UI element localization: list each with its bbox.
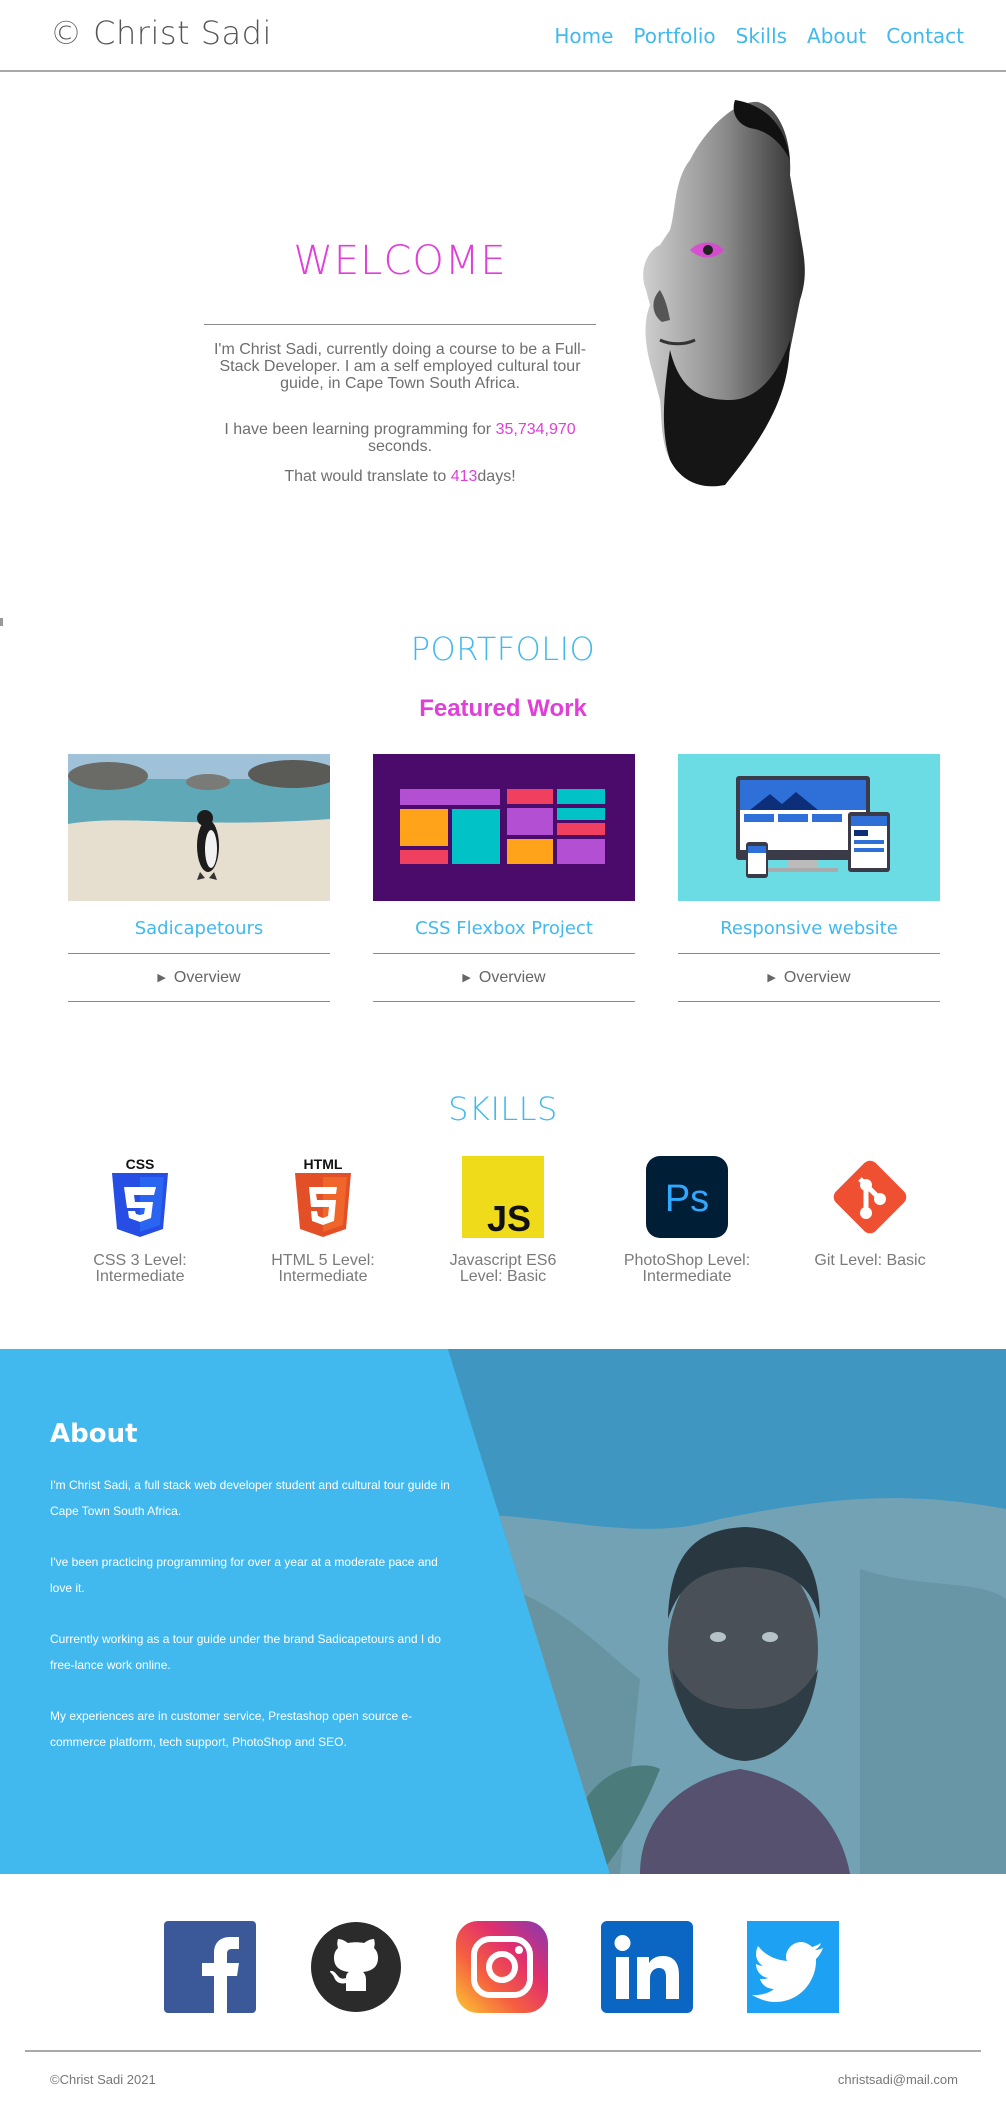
photoshop-icon: Ps <box>646 1156 728 1238</box>
overview-toggle[interactable]: ▶ Overview <box>678 953 940 1002</box>
svg-text:Ps: Ps <box>665 1178 709 1220</box>
portfolio-card: Responsive website ▶ Overview <box>678 754 940 1002</box>
seconds-suffix: seconds. <box>367 438 433 455</box>
days-suffix: days! <box>477 468 516 485</box>
svg-text:JS: JS <box>487 1198 531 1239</box>
skill-html5: HTML HTML 5 Level: Intermediate <box>253 1155 393 1285</box>
css3-icon: CSS <box>112 1156 168 1237</box>
days-prefix: That would translate to <box>284 468 447 485</box>
facebook-icon[interactable] <box>164 1921 256 2013</box>
svg-text:CSS: CSS <box>126 1156 155 1172</box>
html5-icon: HTML <box>295 1156 351 1237</box>
overview-label: Overview <box>478 968 546 986</box>
featured-work-subheading: Featured Work <box>419 695 587 722</box>
portfolio-heading: PORTFOLIO <box>410 630 596 668</box>
overview-label: Overview <box>173 968 241 986</box>
hero-intro-text: I'm Christ Sadi, currently doing a cours… <box>213 341 587 392</box>
nav-portfolio-link[interactable]: Portfolio <box>633 24 715 48</box>
sadicapetours-thumbnail[interactable] <box>68 754 330 901</box>
profile-portrait-image <box>643 100 805 487</box>
nav-about-link[interactable]: About <box>807 24 866 48</box>
about-paragraph: I'm Christ Sadi, a full stack web develo… <box>50 1478 450 1518</box>
twitter-icon[interactable] <box>747 1921 839 2013</box>
nav-home-link[interactable]: Home <box>554 24 613 48</box>
skills-heading: SKILLS <box>448 1090 558 1128</box>
about-paragraph: My experiences are in customer service, … <box>50 1709 413 1749</box>
instagram-icon[interactable] <box>456 1921 548 2013</box>
disclosure-triangle-icon: ▶ <box>462 972 471 984</box>
overview-toggle[interactable]: ▶ Overview <box>373 953 635 1002</box>
disclosure-triangle-icon: ▶ <box>767 972 776 984</box>
git-icon <box>833 1160 907 1234</box>
github-icon[interactable] <box>310 1921 402 2013</box>
card-title[interactable]: CSS Flexbox Project <box>373 918 635 939</box>
programming-seconds-text: I have been learning programming for 35,… <box>208 421 592 455</box>
responsive-thumbnail[interactable] <box>678 754 940 901</box>
about-heading: About <box>50 1419 138 1449</box>
overview-toggle[interactable]: ▶ Overview <box>68 953 330 1002</box>
about-section: About I'm Christ Sadi, a full stack web … <box>0 1349 1006 1874</box>
programming-days-text: That would translate to 413days! <box>208 468 592 485</box>
skill-label: PhotoShop Level: Intermediate <box>623 1252 751 1285</box>
disclosure-triangle-icon: ▶ <box>157 972 166 984</box>
card-title[interactable]: Sadicapetours <box>68 918 330 939</box>
flexbox-grid-image <box>373 754 635 901</box>
flexbox-thumbnail[interactable] <box>373 754 635 901</box>
nav-contact-link[interactable]: Contact <box>886 24 964 48</box>
devices-image <box>678 754 940 901</box>
skill-label: CSS 3 Level: Intermediate <box>93 1252 187 1285</box>
days-counter: 413 <box>450 468 478 485</box>
welcome-heading: WELCOME <box>293 238 507 284</box>
nav-links: Home Portfolio Skills About Contact <box>554 24 964 48</box>
linkedin-icon[interactable] <box>601 1921 693 2013</box>
about-paragraph: I've been practicing programming for ove… <box>50 1555 438 1595</box>
javascript-icon: JS <box>462 1156 544 1239</box>
hero-divider <box>204 324 596 325</box>
left-edge-marker <box>0 618 3 626</box>
skill-javascript: JS Javascript ES6 Level: Basic <box>433 1155 573 1285</box>
about-paragraph: Currently working as a tour guide under … <box>50 1632 441 1672</box>
card-title[interactable]: Responsive website <box>678 918 940 939</box>
skill-label: HTML 5 Level: Intermediate <box>271 1252 375 1285</box>
nav-skills-link[interactable]: Skills <box>736 24 787 48</box>
penguin-beach-image <box>68 754 330 901</box>
portfolio-card: Sadicapetours ▶ Overview <box>68 754 330 1002</box>
skill-photoshop: Ps PhotoShop Level: Intermediate <box>617 1155 757 1285</box>
footer-email-link[interactable]: christsadi@mail.com <box>838 2072 958 2087</box>
brand-logo[interactable]: © Christ Sadi <box>50 14 272 52</box>
footer-divider <box>25 2050 981 2052</box>
skill-label: Javascript ES6 Level: Basic <box>449 1252 557 1285</box>
footer-copyright: ©Christ Sadi 2021 <box>50 2072 156 2087</box>
overview-label: Overview <box>783 968 851 986</box>
portfolio-card: CSS Flexbox Project ▶ Overview <box>373 754 635 1002</box>
svg-text:HTML: HTML <box>304 1156 343 1172</box>
page: © Christ Sadi Home Portfolio Skills Abou… <box>0 0 1006 2106</box>
seconds-prefix: I have been learning programming for <box>224 421 492 438</box>
top-nav: © Christ Sadi Home Portfolio Skills Abou… <box>0 0 1006 72</box>
skill-label: Git Level: Basic <box>814 1252 926 1269</box>
skill-css3: CSS CSS 3 Level: Intermediate <box>70 1155 210 1285</box>
seconds-counter: 35,734,970 <box>495 421 576 438</box>
about-photo-image <box>448 1349 1006 1874</box>
skill-git: Git Level: Basic <box>800 1155 940 1269</box>
